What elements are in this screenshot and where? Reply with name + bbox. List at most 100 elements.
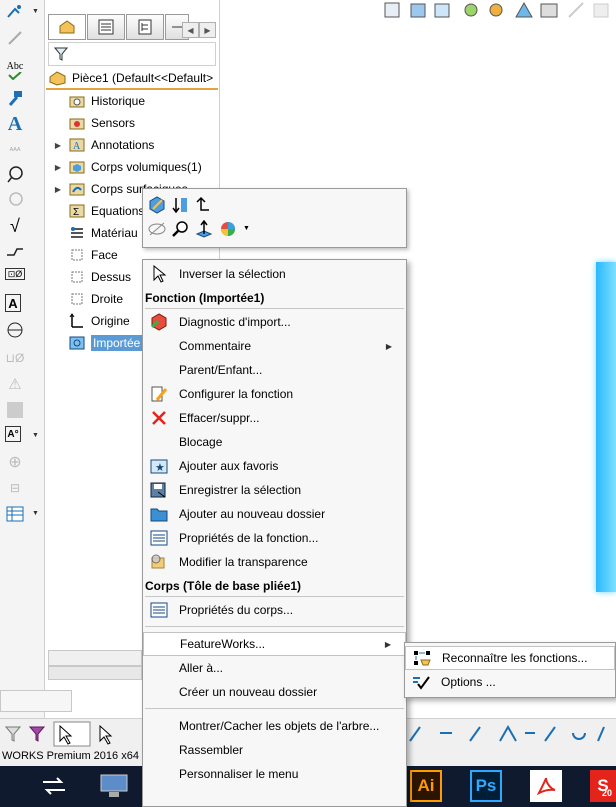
menu-item[interactable]: Effacer/suppr... xyxy=(143,406,406,430)
datum-feature-icon[interactable]: A xyxy=(5,294,21,312)
hide-show-items-icon[interactable] xyxy=(464,3,478,17)
blocks-icon[interactable]: A° xyxy=(5,426,21,442)
tree-item-label: Origine xyxy=(91,314,130,328)
menu-item[interactable]: FeatureWorks... ▶ xyxy=(143,632,406,656)
monitor-icon[interactable] xyxy=(98,770,130,802)
menu-item[interactable]: Ajouter au nouveau dossier xyxy=(143,502,406,526)
tree-item[interactable]: Dessus xyxy=(48,266,131,288)
menu-item[interactable]: Configurer la fonction xyxy=(143,382,406,406)
submenu-item[interactable]: Reconnaître les fonctions... xyxy=(405,646,615,670)
chevron-down-icon[interactable]: ▼ xyxy=(243,225,250,232)
material-icon xyxy=(68,225,86,241)
undo-arrow-icon[interactable] xyxy=(193,194,215,216)
menu-item[interactable]: Propriétés de la fonction... xyxy=(143,526,406,550)
tab-scroll-left-button[interactable]: ◀ xyxy=(182,22,199,38)
tree-item[interactable]: Importée xyxy=(48,332,143,354)
menu-icon-slot xyxy=(143,738,175,762)
filter-toggle-icon[interactable] xyxy=(28,726,46,742)
properties-icon xyxy=(143,526,175,550)
submenu-arrow-icon: ▶ xyxy=(384,639,391,649)
menu-item[interactable]: Personnaliser le menu xyxy=(143,762,406,786)
tree-item[interactable]: Face xyxy=(48,244,118,266)
feature-filter-bar[interactable] xyxy=(48,42,216,66)
view-settings-icon[interactable] xyxy=(540,3,558,18)
datum-target-icon[interactable] xyxy=(5,320,25,340)
menu-item[interactable]: Blocage xyxy=(143,430,406,454)
rollback-icon[interactable] xyxy=(169,194,191,216)
filter-icon[interactable] xyxy=(54,47,68,61)
sheet-metal-part-preview[interactable] xyxy=(596,262,616,592)
photoshop-icon[interactable]: Ps xyxy=(470,770,502,802)
chevron-down-icon[interactable]: ▼ xyxy=(32,510,39,517)
table-icon[interactable] xyxy=(5,504,25,524)
display-combo-box[interactable] xyxy=(0,690,72,712)
zoom-selection-icon[interactable] xyxy=(169,218,191,240)
spell-check-icon[interactable]: Abc xyxy=(5,60,25,80)
edit-feature-icon[interactable] xyxy=(146,194,168,216)
hole-callout-icon[interactable]: ⊡Ø xyxy=(5,268,25,280)
chevron-down-icon[interactable]: ▼ xyxy=(32,8,39,15)
normal-to-icon[interactable] xyxy=(193,218,215,240)
expand-arrow-icon[interactable]: ▶ xyxy=(48,185,68,194)
configuration-manager-tab[interactable] xyxy=(126,14,164,40)
sketch-relations-icons[interactable] xyxy=(409,724,605,742)
chevron-down-icon[interactable]: ▼ xyxy=(32,432,39,439)
sketch-icon[interactable] xyxy=(5,2,25,22)
menu-item-label: Propriétés du corps... xyxy=(179,603,294,617)
menu-item[interactable]: Créer un nouveau dossier xyxy=(143,680,406,704)
illustrator-icon[interactable]: Ai xyxy=(410,770,442,802)
format-painter-icon[interactable] xyxy=(5,88,25,108)
tree-item[interactable]: Sensors xyxy=(48,112,135,134)
tree-item[interactable]: Historique xyxy=(48,90,145,112)
text-icon[interactable]: A xyxy=(5,113,25,135)
tree-item-label: Dessus xyxy=(91,270,132,284)
tree-item[interactable]: Origine xyxy=(48,310,130,332)
submenu-item[interactable]: Options ... xyxy=(405,670,615,694)
plane-icon xyxy=(68,269,86,285)
feature-manager-tab[interactable] xyxy=(48,14,86,40)
tree-item-label: Annotations xyxy=(91,138,155,152)
tree-scroll-buttons[interactable] xyxy=(48,666,142,680)
apply-scene-icon[interactable] xyxy=(515,1,533,18)
menu-item[interactable]: Diagnostic d'import... xyxy=(143,310,406,334)
weld-symbol-icon[interactable] xyxy=(5,242,25,262)
menu-item[interactable]: Montrer/Cacher les objets de l'arbre... xyxy=(143,714,406,738)
menu-item[interactable]: Enregistrer la sélection xyxy=(143,478,406,502)
edit-appearance-icon[interactable] xyxy=(489,3,503,17)
menu-item[interactable]: Inverser la sélection xyxy=(143,262,406,286)
switch-windows-icon[interactable] xyxy=(38,770,70,802)
balloon-icon[interactable] xyxy=(5,164,25,184)
selection-filter-icon[interactable] xyxy=(4,726,22,742)
smart-dimension-icon[interactable] xyxy=(5,28,25,48)
appearance-icon[interactable] xyxy=(217,218,239,240)
menu-item[interactable]: Propriétés du corps... xyxy=(143,598,406,622)
select-other-icon[interactable] xyxy=(99,724,113,745)
tree-item[interactable]: ▶ Corps volumiques(1) xyxy=(48,156,202,178)
surface-finish-icon[interactable]: √ xyxy=(5,216,25,236)
expand-arrow-icon[interactable]: ▶ xyxy=(48,141,68,150)
expand-arrow-icon[interactable]: ▶ xyxy=(48,163,68,172)
menu-item-label: FeatureWorks... xyxy=(180,637,266,651)
menu-item[interactable]: Commentaire ▶ xyxy=(143,334,406,358)
solidworks-taskbar-icon[interactable]: S 20 xyxy=(590,770,616,802)
tree-item[interactable]: ▶ A Annotations xyxy=(48,134,154,156)
menu-separator xyxy=(145,308,404,309)
tree-item[interactable]: Matériau xyxy=(48,222,138,244)
menu-item[interactable]: Parent/Enfant... xyxy=(143,358,406,382)
tree-root[interactable]: Pièce1 (Default<<Default> xyxy=(46,68,218,90)
tab-scroll-right-button[interactable]: ▶ xyxy=(199,22,216,38)
section-view-icon[interactable] xyxy=(384,2,400,18)
select-cursor-icon[interactable] xyxy=(53,721,91,747)
menu-item[interactable]: Modifier la transparence xyxy=(143,550,406,574)
tree-horizontal-scrollbar[interactable] xyxy=(48,650,142,666)
hide-icon[interactable] xyxy=(146,218,168,240)
tree-item[interactable]: Droite xyxy=(48,288,123,310)
acrobat-icon[interactable] xyxy=(530,770,562,802)
tree-item[interactable]: Σ Equations xyxy=(48,200,144,222)
menu-item[interactable]: Aller à... xyxy=(143,656,406,680)
view-orientation-icon[interactable] xyxy=(410,3,426,18)
menu-item[interactable]: Rassembler xyxy=(143,738,406,762)
menu-item[interactable]: ★ Ajouter aux favoris xyxy=(143,454,406,478)
display-style-icon[interactable] xyxy=(434,3,450,18)
property-manager-tab[interactable] xyxy=(87,14,125,40)
